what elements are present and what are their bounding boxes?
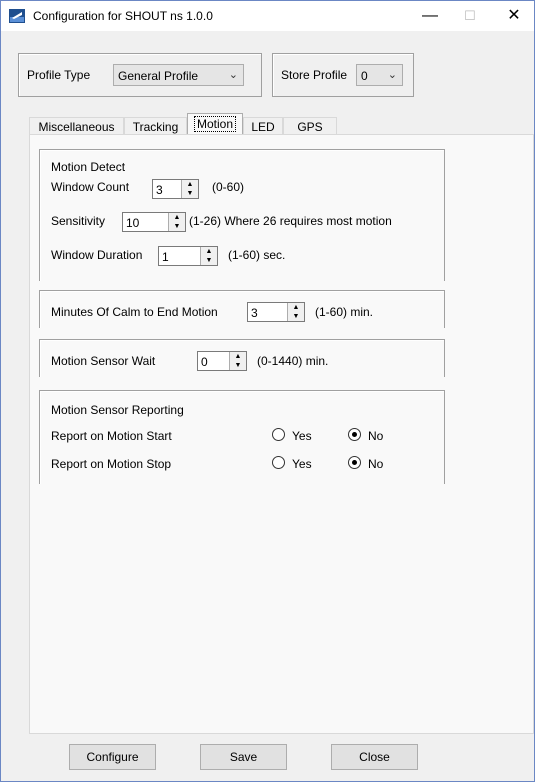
stepper-buttons: ▲ ▼ <box>168 213 185 231</box>
report-start-no-radio[interactable] <box>348 428 361 441</box>
window-duration-value: 1 <box>162 250 169 264</box>
stepper-buttons: ▲ ▼ <box>229 352 246 370</box>
stepper-down-icon[interactable]: ▼ <box>230 361 246 370</box>
report-start-yes-radio[interactable] <box>272 428 285 441</box>
chevron-down-icon: ⌄ <box>387 69 397 81</box>
chevron-down-icon: ⌄ <box>228 69 238 81</box>
tab-label: GPS <box>297 120 323 134</box>
sensitivity-value: 10 <box>126 216 140 230</box>
sensor-wait-frame: Motion Sensor Wait 0 ▲ ▼ (0-1440) min. <box>39 339 445 377</box>
window-count-range: (0-60) <box>212 180 245 194</box>
tab-led[interactable]: LED <box>243 117 283 135</box>
window-duration-stepper[interactable]: 1 ▲ ▼ <box>158 246 218 266</box>
report-stop-label: Report on Motion Stop <box>51 457 172 471</box>
window-duration-label: Window Duration <box>51 248 143 262</box>
stepper-down-icon[interactable]: ▼ <box>288 312 304 321</box>
reporting-frame: Motion Sensor Reporting Report on Motion… <box>39 390 445 484</box>
motion-tab-panel: Motion Detect Window Count 3 ▲ ▼ (0-60) … <box>29 134 534 734</box>
window-count-label: Window Count <box>51 180 130 194</box>
calm-stepper[interactable]: 3 ▲ ▼ <box>247 302 305 322</box>
motion-detect-title: Motion Detect <box>51 160 126 174</box>
report-start-no-label: No <box>368 429 384 443</box>
stepper-down-icon[interactable]: ▼ <box>169 222 185 231</box>
close-button[interactable]: Close <box>331 744 418 770</box>
sensor-wait-range: (0-1440) min. <box>257 354 329 368</box>
tab-motion[interactable]: Motion <box>187 113 243 135</box>
tab-gps[interactable]: GPS <box>283 117 337 135</box>
close-window-button[interactable]: ✕ <box>494 1 534 31</box>
configure-button[interactable]: Configure <box>69 744 156 770</box>
report-start-label: Report on Motion Start <box>51 429 172 443</box>
motion-detect-frame: Motion Detect Window Count 3 ▲ ▼ (0-60) … <box>39 149 445 281</box>
tab-label: Tracking <box>132 120 179 134</box>
store-profile-value: 0 <box>361 69 368 83</box>
report-stop-no-radio[interactable] <box>348 456 361 469</box>
profile-type-label: Profile Type <box>27 68 91 82</box>
stepper-buttons: ▲ ▼ <box>181 180 198 198</box>
sensor-wait-stepper[interactable]: 0 ▲ ▼ <box>197 351 247 371</box>
calm-label: Minutes Of Calm to End Motion <box>51 305 218 319</box>
tab-label: LED <box>251 120 275 134</box>
sensor-wait-label: Motion Sensor Wait <box>51 354 156 368</box>
store-profile-group: Store Profile 0 ⌄ <box>272 53 414 97</box>
config-window: Configuration for SHOUT ns 1.0.0 — ☐ ✕ P… <box>0 0 535 782</box>
calm-frame: Minutes Of Calm to End Motion 3 ▲ ▼ (1-6… <box>39 290 445 328</box>
sensor-wait-value: 0 <box>201 355 208 369</box>
minimize-button[interactable]: — <box>410 1 450 31</box>
stepper-buttons: ▲ ▼ <box>200 247 217 265</box>
reporting-title: Motion Sensor Reporting <box>51 403 184 417</box>
report-start-yes-label: Yes <box>292 429 312 443</box>
tab-miscellaneous[interactable]: Miscellaneous <box>29 117 124 135</box>
stepper-down-icon[interactable]: ▼ <box>182 189 198 198</box>
profile-type-value: General Profile <box>118 69 199 83</box>
title-bar: Configuration for SHOUT ns 1.0.0 — ☐ ✕ <box>1 1 534 31</box>
app-icon <box>9 9 25 23</box>
tab-label: Miscellaneous <box>38 120 115 134</box>
save-button[interactable]: Save <box>200 744 287 770</box>
tab-label: Motion <box>193 116 237 132</box>
calm-value: 3 <box>251 306 258 320</box>
report-stop-yes-radio[interactable] <box>272 456 285 469</box>
profile-type-group: Profile Type General Profile ⌄ <box>18 53 262 97</box>
store-profile-select[interactable]: 0 ⌄ <box>356 64 403 86</box>
report-stop-yes-label: Yes <box>292 457 312 471</box>
window-title: Configuration for SHOUT ns 1.0.0 <box>33 9 213 23</box>
stepper-buttons: ▲ ▼ <box>287 303 304 321</box>
sensitivity-label: Sensitivity <box>51 214 106 228</box>
report-stop-no-label: No <box>368 457 384 471</box>
tab-tracking[interactable]: Tracking <box>124 117 187 135</box>
calm-range: (1-60) min. <box>315 305 374 319</box>
window-count-value: 3 <box>156 183 163 197</box>
stepper-down-icon[interactable]: ▼ <box>201 256 217 265</box>
sensitivity-stepper[interactable]: 10 ▲ ▼ <box>122 212 186 232</box>
sensitivity-range: (1-26) Where 26 requires most motion <box>189 214 392 228</box>
window-count-stepper[interactable]: 3 ▲ ▼ <box>152 179 199 199</box>
store-profile-label: Store Profile <box>281 68 348 82</box>
maximize-button[interactable]: ☐ <box>450 1 490 31</box>
window-duration-range: (1-60) sec. <box>228 248 286 262</box>
profile-type-select[interactable]: General Profile ⌄ <box>113 64 244 86</box>
